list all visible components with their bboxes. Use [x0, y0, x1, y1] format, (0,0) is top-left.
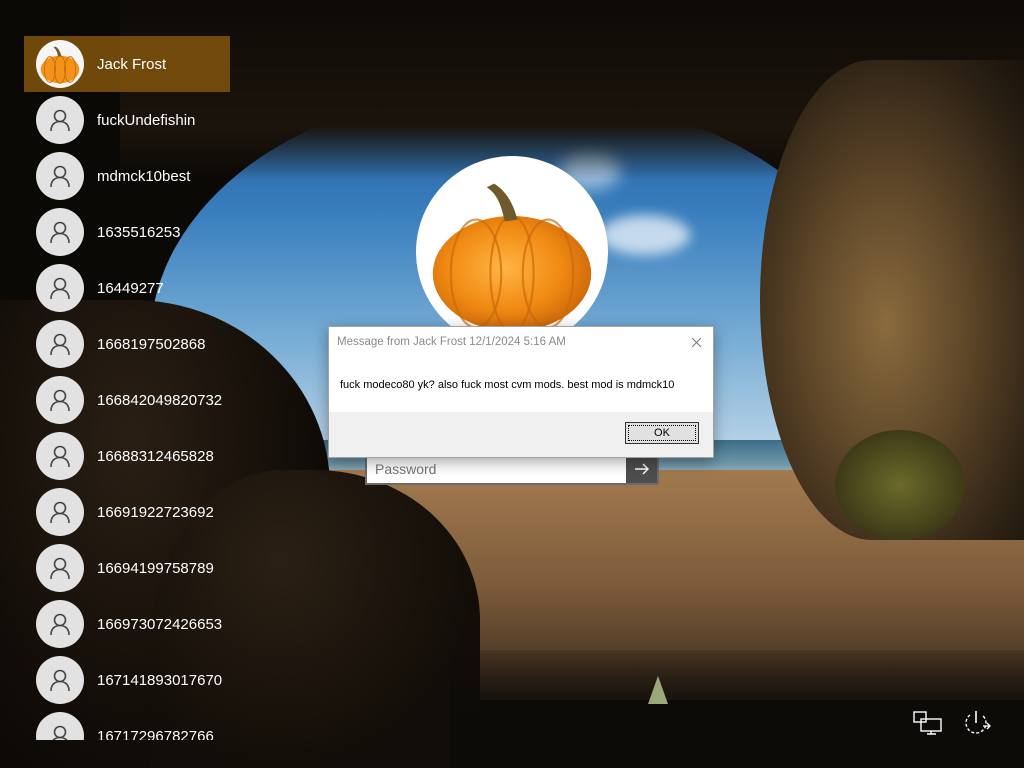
user-item[interactable]: 166842049820732 — [24, 372, 230, 428]
dialog-close-button[interactable] — [685, 331, 707, 353]
user-item[interactable]: 1635516253 — [24, 204, 230, 260]
user-avatar — [36, 152, 84, 200]
user-name: 1668197502868 — [97, 335, 206, 353]
user-avatar — [36, 96, 84, 144]
dialog-body: fuck modeco80 yk? also fuck most cvm mod… — [329, 357, 713, 412]
user-item[interactable]: 16688312465828 — [24, 428, 230, 484]
message-dialog: Message from Jack Frost 12/1/2024 5:16 A… — [328, 326, 714, 458]
pumpkin-icon — [40, 46, 80, 84]
user-name: 1635516253 — [97, 223, 181, 241]
user-item[interactable]: fuckUndefishin — [24, 92, 230, 148]
person-icon — [52, 725, 68, 740]
person-icon — [50, 389, 70, 412]
cursor-marker — [648, 676, 668, 704]
user-avatar — [36, 488, 84, 536]
user-avatar — [36, 320, 84, 368]
close-icon — [691, 337, 701, 347]
user-item[interactable]: 16449277 — [24, 260, 230, 316]
person-icon — [50, 165, 70, 188]
user-name: 16717296782766 — [97, 727, 214, 741]
user-item[interactable]: 167141893017670 — [24, 652, 230, 708]
person-icon — [50, 277, 70, 300]
power-button[interactable] — [958, 706, 994, 740]
user-name: 16691922723692 — [97, 503, 214, 521]
person-icon — [50, 333, 70, 356]
user-list: Jack Frost fuckUndefishin mdmck10best 16355… — [24, 36, 230, 740]
dialog-message: fuck modeco80 yk? also fuck most cvm mod… — [340, 378, 675, 391]
dialog-title: Message from Jack Frost 12/1/2024 5:16 A… — [337, 336, 566, 348]
user-name: 16449277 — [97, 279, 164, 297]
submit-button[interactable] — [626, 454, 657, 483]
user-name: 166842049820732 — [97, 391, 223, 409]
network-button[interactable] — [910, 706, 946, 740]
user-item[interactable]: 16691922723692 — [24, 484, 230, 540]
user-item[interactable]: 16717296782766 — [24, 708, 230, 740]
user-name: fuckUndefishin — [97, 111, 196, 129]
person-icon — [50, 669, 70, 692]
person-icon — [50, 613, 70, 636]
user-avatar — [36, 432, 84, 480]
user-name: Jack Frost — [97, 55, 167, 73]
user-name: 167141893017670 — [97, 671, 223, 689]
ok-button[interactable]: OK — [625, 422, 699, 444]
user-item[interactable]: 1668197502868 — [24, 316, 230, 372]
user-name: 16688312465828 — [97, 447, 214, 465]
user-avatar — [36, 264, 84, 312]
user-avatar — [36, 208, 84, 256]
user-avatar — [36, 376, 84, 424]
selected-user-avatar — [416, 156, 608, 348]
person-icon — [50, 557, 70, 580]
user-avatar — [36, 600, 84, 648]
person-icon — [50, 445, 70, 468]
user-item[interactable]: Jack Frost — [24, 36, 230, 92]
user-item[interactable]: 16694199758789 — [24, 540, 230, 596]
password-input[interactable] — [367, 454, 626, 483]
user-name: mdmck10best — [97, 167, 191, 185]
person-icon — [50, 221, 70, 244]
power-icon — [965, 711, 991, 734]
dialog-footer: OK — [329, 412, 713, 457]
person-icon — [50, 501, 70, 524]
dialog-titlebar: Message from Jack Frost 12/1/2024 5:16 A… — [329, 327, 713, 357]
network-icon — [913, 711, 942, 735]
user-avatar — [36, 40, 84, 88]
arrow-right-icon — [634, 463, 649, 474]
user-item[interactable]: 166973072426653 — [24, 596, 230, 652]
user-name: 16694199758789 — [97, 559, 214, 577]
pumpkin-icon — [432, 183, 592, 333]
user-avatar — [36, 712, 84, 740]
user-avatar — [36, 544, 84, 592]
user-item[interactable]: mdmck10best — [24, 148, 230, 204]
user-avatar — [36, 656, 84, 704]
user-name: 166973072426653 — [97, 615, 223, 633]
person-icon — [50, 109, 70, 132]
